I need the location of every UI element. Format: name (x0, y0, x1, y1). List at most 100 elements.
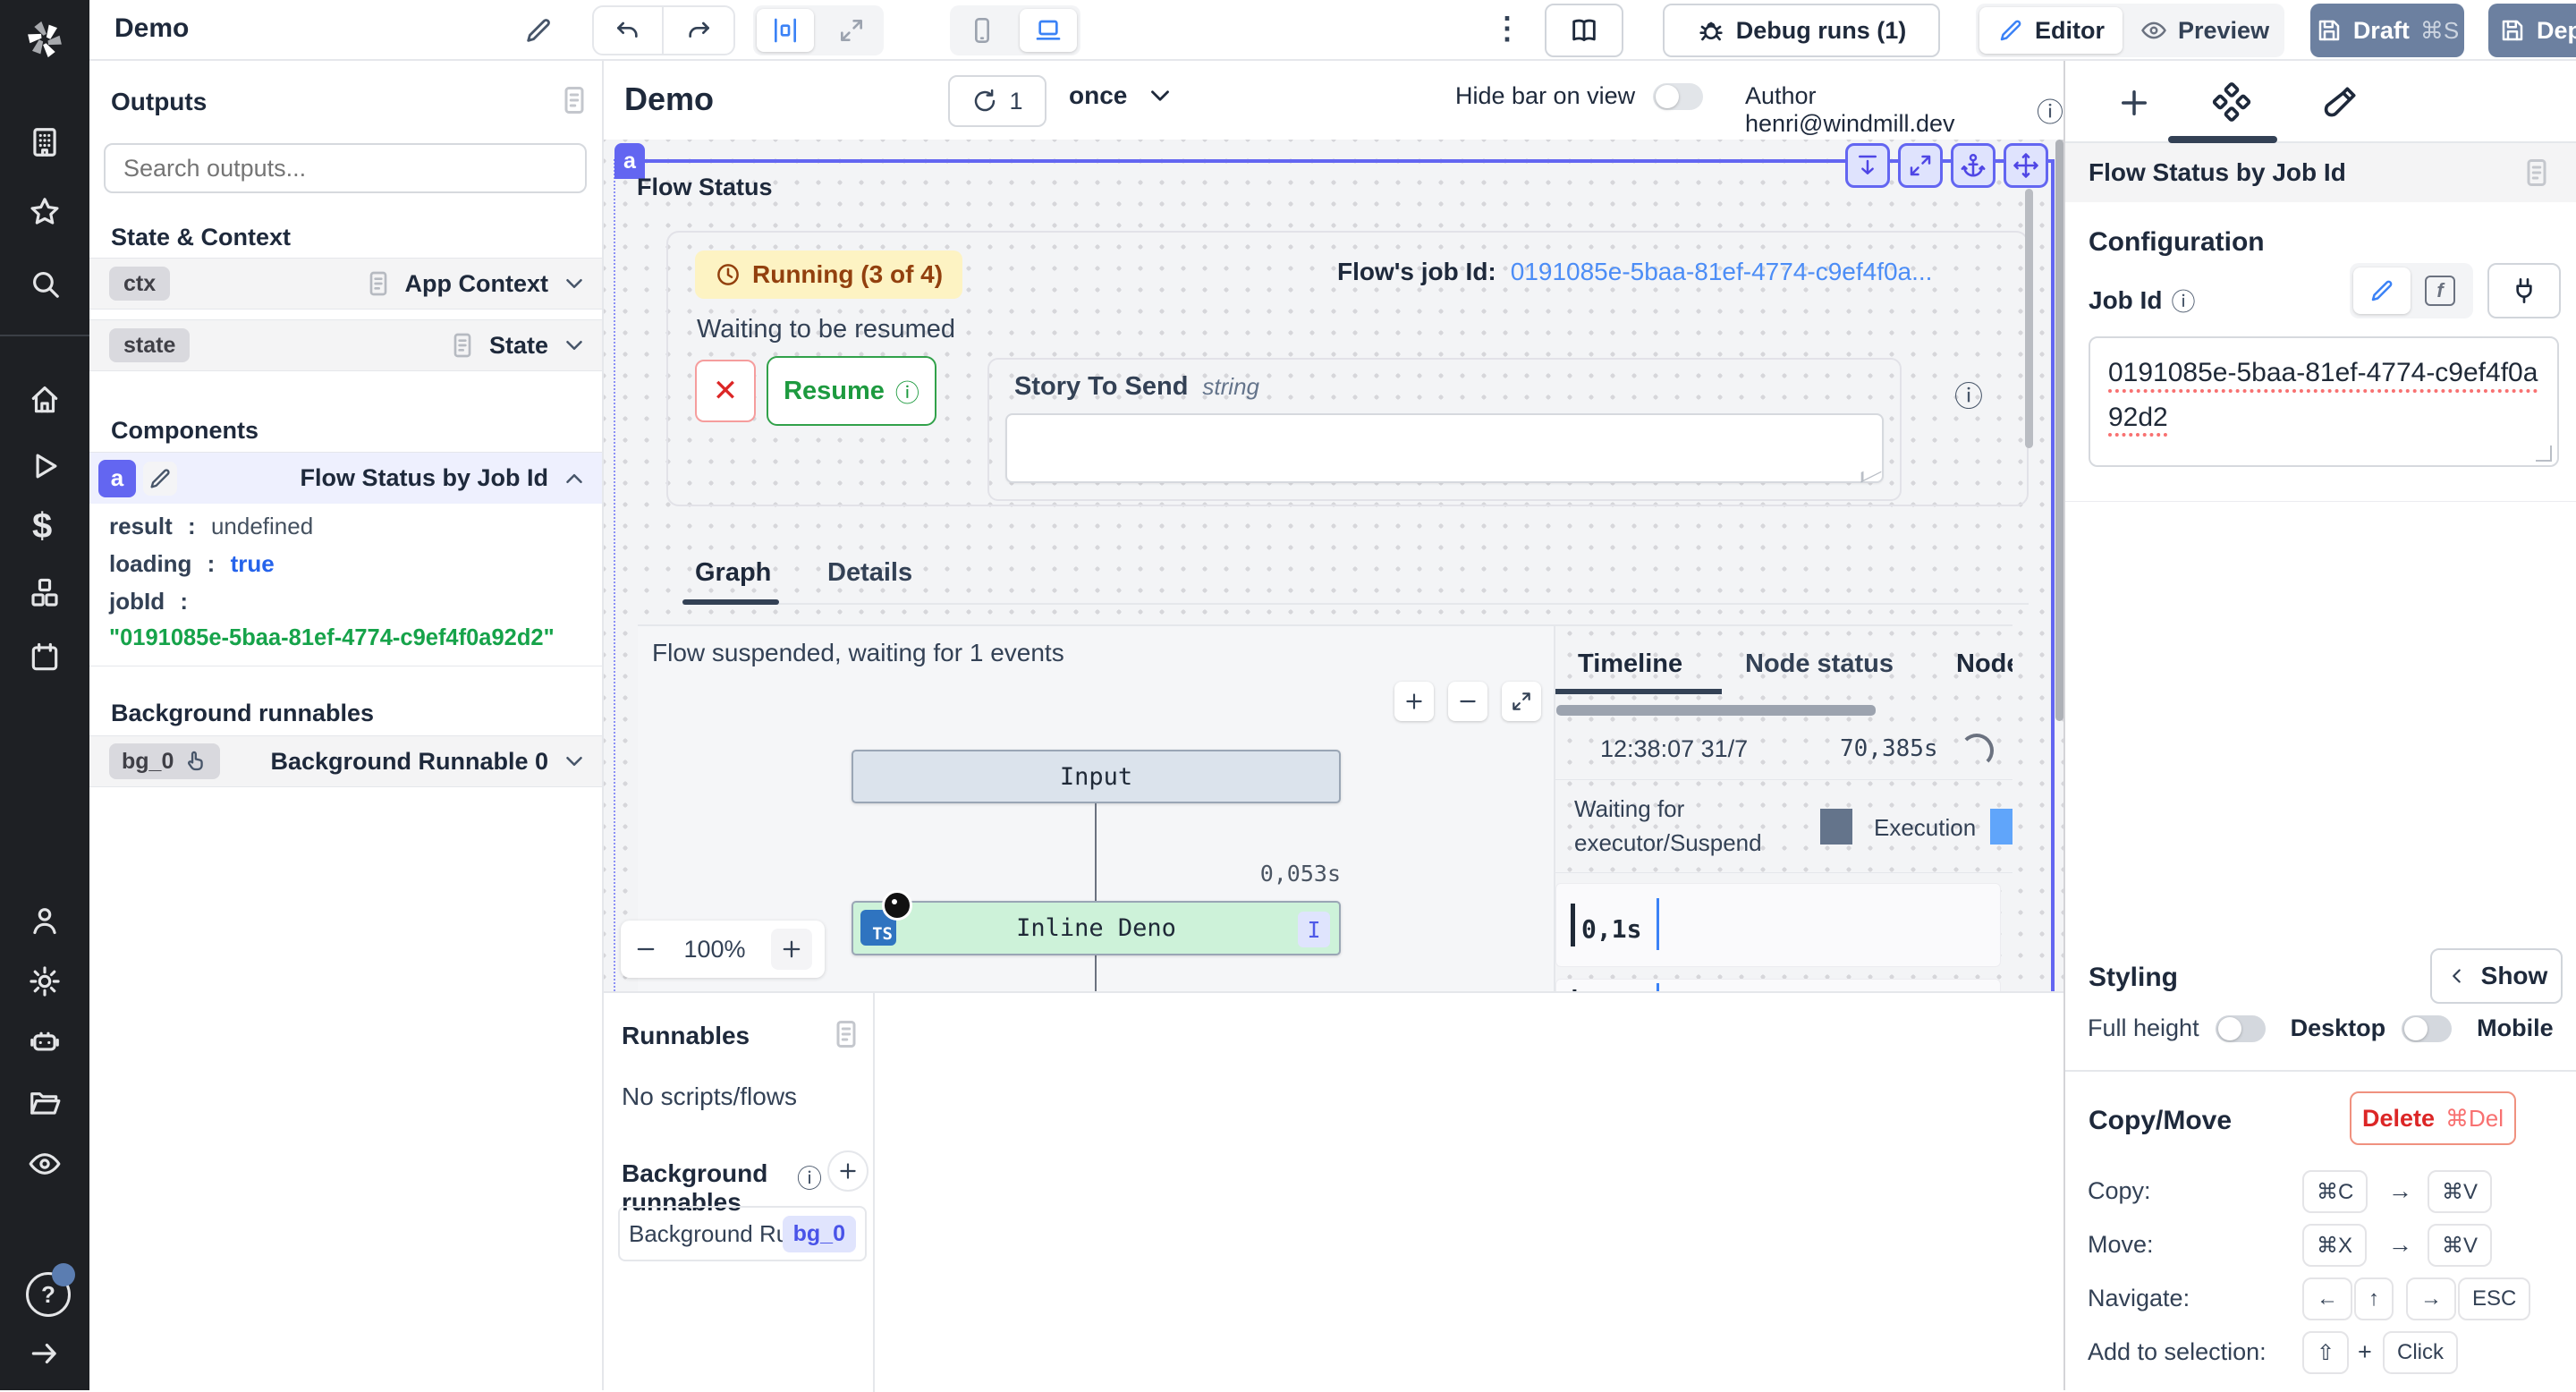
search-outputs-input[interactable] (104, 143, 587, 193)
anchor-button[interactable] (1951, 143, 1996, 188)
search-icon[interactable] (28, 267, 62, 301)
audit-icon[interactable] (28, 1147, 62, 1181)
workers-icon[interactable] (28, 1025, 62, 1059)
undo-button[interactable] (594, 7, 664, 54)
fit-view-button[interactable] (1502, 682, 1541, 721)
deploy-button[interactable]: Deploy (2488, 4, 2576, 57)
background-runnable-row[interactable]: bg_0 Background Runnable 0 (89, 735, 602, 787)
flow-node-input[interactable]: Input (852, 750, 1341, 803)
styling-tab[interactable] (2321, 82, 2360, 122)
collapse-arrow-icon[interactable] (28, 1337, 62, 1371)
static-mode-button[interactable] (2353, 267, 2411, 314)
rename-pencil-icon[interactable] (523, 15, 554, 46)
schedules-icon[interactable] (28, 641, 62, 675)
canvas-header: Demo 1 once Hide bar on view Author henr… (604, 61, 2063, 140)
info-icon[interactable]: ⓘ (2037, 90, 2063, 130)
editor-tab[interactable]: Editor (1979, 7, 2123, 54)
info-icon[interactable]: ⓘ (1954, 374, 1983, 415)
expand-down-button[interactable] (1845, 143, 1890, 188)
show-styling-button[interactable]: Show (2430, 948, 2563, 1004)
job-id-textarea[interactable]: 0191085e-5baa-81ef-4774-c9ef4f0a92d2 (2089, 336, 2559, 467)
full-height-toggle[interactable] (2216, 1015, 2266, 1042)
chevron-down-icon[interactable] (561, 332, 588, 359)
notification-dot (52, 1263, 75, 1286)
home-icon[interactable] (28, 383, 62, 417)
connect-plug-button[interactable] (2487, 263, 2561, 318)
runnables-doc-icon[interactable] (830, 1018, 862, 1050)
timeline-hscrollbar[interactable] (1556, 705, 1876, 716)
zoom-out-button[interactable] (1448, 682, 1487, 721)
chevron-down-icon[interactable] (561, 748, 588, 775)
bg-runnable-item[interactable]: Background Runna... bg_0 (618, 1206, 867, 1261)
kebab-menu[interactable]: ⋮ (1492, 11, 1522, 47)
variables-icon[interactable]: $ (32, 506, 52, 547)
chevron-down-icon[interactable] (561, 270, 588, 297)
delete-button[interactable]: Delete ⌘Del (2350, 1091, 2516, 1145)
outputs-title: Outputs (111, 88, 207, 116)
kbd-cmd-v: ⌘V (2428, 1224, 2492, 1267)
folders-icon[interactable] (28, 1086, 62, 1120)
settings-doc-icon[interactable] (2521, 157, 2553, 189)
redo-button[interactable] (664, 7, 733, 54)
docs-button[interactable] (1545, 4, 1623, 57)
desktop-toggle[interactable] (2402, 1015, 2452, 1042)
resume-button[interactable]: Resume ⓘ (767, 356, 936, 426)
mobile-view-button[interactable] (953, 9, 1011, 52)
runnables-title: Runnables (622, 1022, 750, 1050)
preview-tab[interactable]: Preview (2126, 7, 2284, 54)
debug-runs-button[interactable]: Debug runs (1) (1663, 4, 1940, 57)
info-icon[interactable]: ⓘ (2171, 283, 2195, 318)
draft-button[interactable]: Draft ⌘S (2310, 4, 2464, 57)
tab-node-status[interactable]: Node status (1745, 649, 1894, 679)
resume-label: Resume (784, 377, 885, 406)
tab-details[interactable]: Details (827, 558, 912, 588)
settings-icon[interactable] (28, 964, 62, 998)
resources-icon[interactable] (28, 576, 62, 610)
star-icon[interactable] (28, 195, 62, 229)
node-duration: 0,053s (1246, 861, 1341, 887)
tab-timeline[interactable]: Timeline (1578, 649, 1682, 679)
user-icon[interactable] (28, 904, 62, 938)
legend-execution-swatch (1990, 809, 2012, 845)
kbd-cmd-c: ⌘C (2302, 1170, 2368, 1213)
zoom-in-button[interactable] (771, 929, 812, 970)
fullwidth-button[interactable] (823, 9, 880, 52)
hide-bar-toggle[interactable] (1653, 83, 1703, 110)
ctx-type-label: App Context (405, 270, 548, 298)
tab-graph[interactable]: Graph (695, 558, 771, 588)
deno-icon (882, 890, 912, 921)
resize-handle[interactable] (1861, 463, 1882, 483)
zoom-in-button[interactable] (1394, 682, 1434, 721)
refresh-count-button[interactable]: 1 (948, 75, 1046, 127)
flow-job-id-link[interactable]: 0191085e-5baa-81ef-4774-c9ef4f0a... (1511, 258, 1933, 286)
resize-handle[interactable] (2536, 446, 2552, 462)
add-background-runnable-button[interactable] (827, 1150, 869, 1192)
align-center-button[interactable] (757, 9, 814, 52)
kbd-arrow-left: ← (2302, 1277, 2352, 1320)
state-row[interactable]: state State (89, 319, 602, 371)
component-settings-tab[interactable] (2212, 82, 2251, 122)
cancel-button[interactable]: ✕ (695, 360, 756, 422)
ctx-row[interactable]: ctx App Context (89, 258, 602, 310)
story-textarea[interactable] (1005, 413, 1884, 483)
component-row-header[interactable]: a Flow Status by Job Id (89, 452, 602, 504)
zoom-out-button[interactable] (633, 937, 658, 962)
rail-item-apps[interactable] (28, 125, 62, 159)
inner-vscrollbar[interactable] (2025, 189, 2033, 448)
move-button[interactable] (2004, 143, 2048, 188)
canvas-vscrollbar[interactable] (2055, 140, 2063, 721)
component-pencil-icon[interactable] (143, 462, 177, 496)
runs-icon[interactable] (28, 449, 62, 483)
refresh-mode-dropdown[interactable]: once (1069, 81, 1175, 111)
flow-node-inline-deno[interactable]: Inline Deno TS I (852, 901, 1341, 955)
fx-mode-button[interactable]: f (2414, 267, 2466, 314)
desktop-view-button[interactable] (1020, 9, 1077, 52)
windmill-logo[interactable] (20, 14, 70, 64)
fullscreen-button[interactable] (1898, 143, 1943, 188)
insert-component-tab[interactable] (2115, 84, 2153, 122)
outputs-doc-icon[interactable] (558, 84, 590, 116)
chevron-up-icon[interactable] (561, 465, 588, 492)
canvas[interactable]: a Flow Status Running (3 of 4) Flow's jo… (604, 140, 2063, 991)
components-title: Components (111, 417, 258, 445)
tab-node-clipped[interactable]: Node (1956, 649, 2012, 679)
